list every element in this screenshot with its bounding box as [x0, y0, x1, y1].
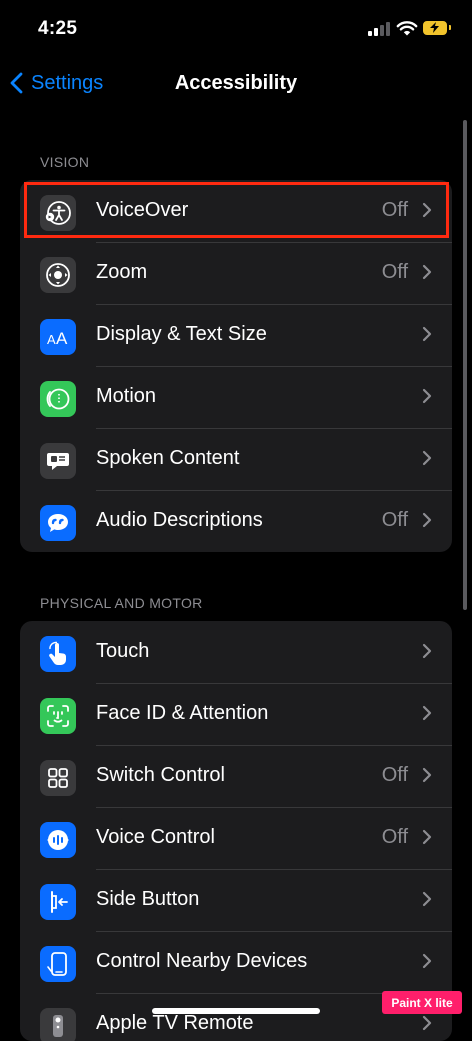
row-value: Off	[381, 261, 408, 283]
home-indicator[interactable]	[152, 1008, 320, 1014]
spoken-content-icon	[40, 443, 76, 479]
row-value: Off	[381, 199, 408, 221]
text-size-icon: AA	[40, 319, 76, 355]
row-face-id-attention[interactable]: Face ID & Attention	[20, 683, 452, 745]
row-label: Spoken Content	[96, 447, 240, 469]
row-zoom[interactable]: Zoom Off	[20, 242, 452, 304]
touch-icon	[40, 636, 76, 672]
chevron-right-icon	[422, 643, 432, 659]
row-label: Audio Descriptions	[96, 509, 263, 531]
row-label: VoiceOver	[96, 199, 189, 221]
status-time: 4:25	[38, 18, 78, 39]
row-label: Display & Text Size	[96, 323, 267, 345]
physical-motor-settings-group: Touch Face ID & Attention Switch Control…	[20, 621, 452, 1041]
cellular-signal-icon	[368, 22, 390, 36]
watermark-badge: Paint X lite	[382, 991, 462, 1014]
status-bar: 4:25	[0, 0, 472, 60]
row-voiceover[interactable]: VoiceOver Off	[20, 180, 452, 242]
row-label: Switch Control	[96, 764, 225, 786]
chevron-right-icon	[422, 450, 432, 466]
chevron-right-icon	[422, 388, 432, 404]
row-switch-control[interactable]: Switch Control Off	[20, 745, 452, 807]
chevron-right-icon	[422, 953, 432, 969]
wifi-icon	[396, 21, 418, 36]
face-id-icon	[40, 698, 76, 734]
navigation-bar: Settings Accessibility	[0, 60, 472, 110]
chevron-right-icon	[422, 1015, 432, 1031]
zoom-icon	[40, 257, 76, 293]
section-header-physical-motor: PHYSICAL AND MOTOR	[40, 595, 203, 611]
row-value: Off	[381, 826, 408, 848]
chevron-right-icon	[422, 891, 432, 907]
row-label: Control Nearby Devices	[96, 950, 308, 972]
row-label: Voice Control	[96, 826, 215, 848]
row-label: Motion	[96, 385, 157, 407]
row-control-nearby-devices[interactable]: Control Nearby Devices	[20, 931, 452, 993]
row-label: Side Button	[96, 888, 200, 910]
row-voice-control[interactable]: Voice Control Off	[20, 807, 452, 869]
voice-control-icon	[40, 822, 76, 858]
chevron-right-icon	[422, 202, 432, 218]
voiceover-icon	[40, 195, 76, 231]
nearby-devices-icon	[40, 946, 76, 982]
row-touch[interactable]: Touch	[20, 621, 452, 683]
svg-text:A: A	[47, 332, 56, 347]
chevron-right-icon	[422, 705, 432, 721]
svg-text:A: A	[56, 329, 68, 348]
row-label: Zoom	[96, 261, 148, 283]
row-side-button[interactable]: Side Button	[20, 869, 452, 931]
motion-icon	[40, 381, 76, 417]
chevron-right-icon	[422, 829, 432, 845]
apple-tv-remote-icon	[40, 1008, 76, 1041]
vision-settings-group: VoiceOver Off Zoom Off AA Display & Text…	[20, 180, 452, 552]
row-label: Face ID & Attention	[96, 702, 269, 724]
chevron-right-icon	[422, 326, 432, 342]
battery-charging-icon	[423, 21, 451, 35]
audio-descriptions-icon	[40, 505, 76, 541]
row-label: Touch	[96, 640, 150, 662]
row-value: Off	[381, 764, 408, 786]
row-spoken-content[interactable]: Spoken Content	[20, 428, 452, 490]
chevron-right-icon	[422, 512, 432, 528]
chevron-right-icon	[422, 767, 432, 783]
switch-control-icon	[40, 760, 76, 796]
section-header-vision: VISION	[40, 154, 90, 170]
page-title: Accessibility	[174, 72, 298, 94]
row-audio-descriptions[interactable]: Audio Descriptions Off	[20, 490, 452, 552]
row-motion[interactable]: Motion	[20, 366, 452, 428]
row-display-text-size[interactable]: AA Display & Text Size	[20, 304, 452, 366]
side-button-icon	[40, 884, 76, 920]
row-value: Off	[381, 509, 408, 531]
scrollbar[interactable]	[463, 120, 467, 610]
chevron-right-icon	[422, 264, 432, 280]
